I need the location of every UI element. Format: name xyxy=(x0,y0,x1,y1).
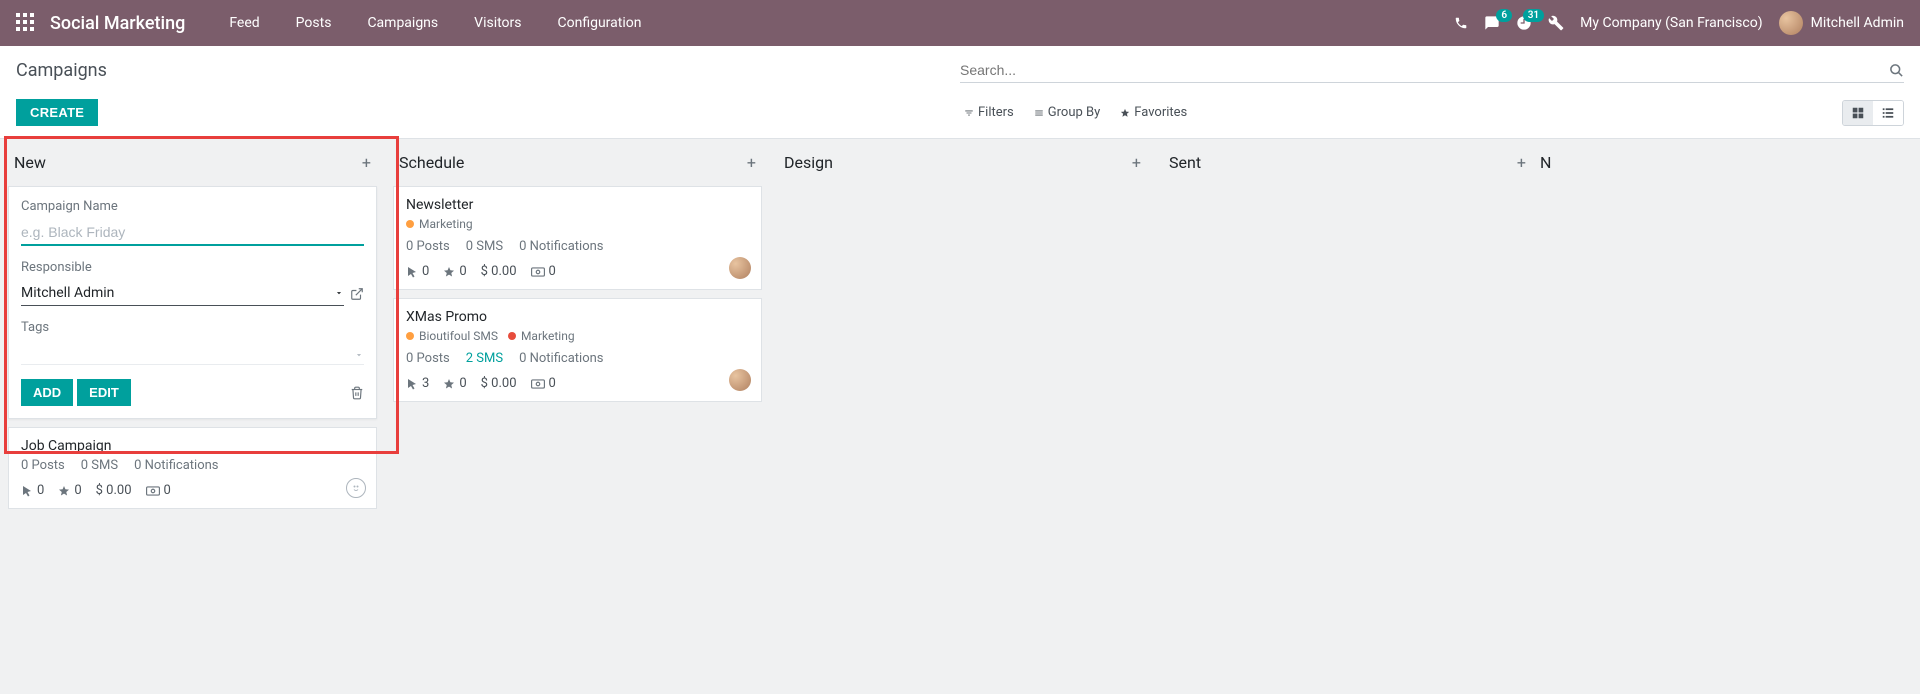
clicks-stat: 3 xyxy=(406,376,429,391)
plus-icon[interactable]: + xyxy=(1132,153,1141,172)
phone-icon[interactable] xyxy=(1454,16,1468,30)
nav-menu: Feed Posts Campaigns Visitors Configurat… xyxy=(213,3,657,43)
campaign-name-input[interactable] xyxy=(21,220,364,246)
messages-badge: 6 xyxy=(1496,9,1512,22)
quotations-stat: 0 xyxy=(531,376,556,391)
responsible-avatar-icon[interactable] xyxy=(729,369,751,391)
responsible-avatar-icon[interactable] xyxy=(729,257,751,279)
top-navbar: Social Marketing Feed Posts Campaigns Vi… xyxy=(0,0,1920,46)
tag-bioutifoul: Bioutifoul SMS xyxy=(406,329,498,343)
column-new: New + Campaign Name Responsible Mitchell… xyxy=(0,139,385,694)
page-title: Campaigns xyxy=(16,60,960,81)
tag-marketing: Marketing xyxy=(508,329,575,343)
nav-right: 6 31 My Company (San Francisco) Mitchell… xyxy=(1454,11,1904,35)
smiley-icon[interactable] xyxy=(346,478,366,498)
responsible-label: Responsible xyxy=(21,260,364,275)
column-schedule: Schedule + Newsletter Marketing 0 Posts … xyxy=(385,139,770,694)
company-switcher[interactable]: My Company (San Francisco) xyxy=(1580,15,1762,31)
quotations-stat: 0 xyxy=(146,483,171,498)
revenue-stat: $ 0.00 xyxy=(481,264,517,279)
clicks-stat: 0 xyxy=(21,483,44,498)
tags-label: Tags xyxy=(21,320,364,335)
control-panel: Campaigns CREATE Filters Group By xyxy=(0,46,1920,139)
column-header-new[interactable]: New + xyxy=(0,139,385,186)
column-header-sent[interactable]: Sent + xyxy=(1155,139,1540,186)
clicks-stat: 0 xyxy=(406,264,429,279)
column-design: Design + xyxy=(770,139,1155,694)
search-icon[interactable] xyxy=(1889,63,1904,78)
quick-create-card: Campaign Name Responsible Mitchell Admin xyxy=(8,186,377,419)
external-link-icon[interactable] xyxy=(350,287,364,301)
debug-icon[interactable] xyxy=(1548,15,1564,31)
activities-badge: 31 xyxy=(1523,9,1544,22)
app-brand[interactable]: Social Marketing xyxy=(50,13,185,34)
nav-visitors[interactable]: Visitors xyxy=(458,3,537,43)
user-name: Mitchell Admin xyxy=(1811,15,1904,31)
column-header-schedule[interactable]: Schedule + xyxy=(385,139,770,186)
plus-icon[interactable]: + xyxy=(747,153,756,172)
tags-input[interactable] xyxy=(21,341,364,365)
edit-button[interactable]: EDIT xyxy=(77,379,131,406)
favorites-dropdown[interactable]: Favorites xyxy=(1120,105,1187,120)
tag-marketing: Marketing xyxy=(406,217,473,231)
revenue-stat: $ 0.00 xyxy=(96,483,132,498)
column-next-partial: N xyxy=(1540,139,1570,694)
leads-stat: 0 xyxy=(58,483,81,498)
list-view-button[interactable] xyxy=(1873,101,1903,125)
revenue-stat: $ 0.00 xyxy=(481,376,517,391)
chevron-down-icon xyxy=(334,288,344,298)
user-menu[interactable]: Mitchell Admin xyxy=(1779,11,1904,35)
search-input[interactable] xyxy=(960,62,1889,78)
activities-icon[interactable]: 31 xyxy=(1516,15,1532,31)
trash-icon[interactable] xyxy=(350,386,364,400)
responsible-select[interactable]: Mitchell Admin xyxy=(21,281,344,306)
kanban-card-job[interactable]: Job Campaign 0 Posts 0 SMS 0 Notificatio… xyxy=(8,427,377,509)
create-button[interactable]: CREATE xyxy=(16,99,98,126)
kanban-card-newsletter[interactable]: Newsletter Marketing 0 Posts 0 SMS 0 Not… xyxy=(393,186,762,290)
chevron-down-icon xyxy=(354,350,364,360)
plus-icon[interactable]: + xyxy=(1517,153,1526,172)
quotations-stat: 0 xyxy=(531,264,556,279)
kanban-card-xmas[interactable]: XMas Promo Bioutifoul SMS Marketing 0 Po… xyxy=(393,298,762,402)
filters-dropdown[interactable]: Filters xyxy=(964,105,1014,120)
groupby-dropdown[interactable]: Group By xyxy=(1034,105,1101,120)
search-bar[interactable] xyxy=(960,58,1904,83)
kanban-board: New + Campaign Name Responsible Mitchell… xyxy=(0,139,1920,694)
nav-feed[interactable]: Feed xyxy=(213,3,275,43)
campaign-name-label: Campaign Name xyxy=(21,199,364,214)
kanban-view-button[interactable] xyxy=(1843,101,1873,125)
apps-icon[interactable] xyxy=(16,13,36,33)
nav-configuration[interactable]: Configuration xyxy=(542,3,658,43)
nav-campaigns[interactable]: Campaigns xyxy=(351,3,454,43)
column-header-design[interactable]: Design + xyxy=(770,139,1155,186)
add-button[interactable]: ADD xyxy=(21,379,73,406)
nav-posts[interactable]: Posts xyxy=(280,3,348,43)
view-switcher xyxy=(1842,100,1904,126)
plus-icon[interactable]: + xyxy=(362,153,371,172)
messages-icon[interactable]: 6 xyxy=(1484,15,1500,31)
column-sent: Sent + xyxy=(1155,139,1540,694)
leads-stat: 0 xyxy=(443,264,466,279)
leads-stat: 0 xyxy=(443,376,466,391)
user-avatar-icon xyxy=(1779,11,1803,35)
